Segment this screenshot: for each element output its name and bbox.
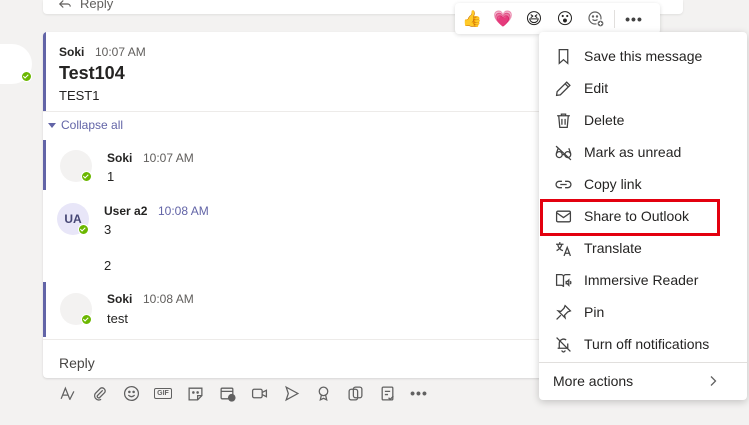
menu-item-translate[interactable]: Translate xyxy=(539,232,747,264)
stream-icon[interactable] xyxy=(280,382,302,404)
reactions-separator xyxy=(614,9,615,28)
previous-reply-button[interactable]: Reply xyxy=(58,0,113,11)
menu-item-label: Share to Outlook xyxy=(584,208,690,224)
praise-icon[interactable] xyxy=(312,382,334,404)
reply-body: 1 xyxy=(107,169,115,184)
gif-icon[interactable]: GIF xyxy=(152,382,174,404)
menu-item-save-message[interactable]: Save this message xyxy=(539,40,747,72)
reply-author: Soki xyxy=(107,292,133,306)
menu-item-label: Copy link xyxy=(584,176,642,192)
menu-item-pin[interactable]: Pin xyxy=(539,296,747,328)
reply-placeholder: Reply xyxy=(59,355,95,371)
menu-item-label: Turn off notifications xyxy=(584,336,710,352)
bookmark-icon xyxy=(558,48,569,65)
reply-arrow-icon xyxy=(58,0,71,8)
bell-off-icon xyxy=(556,336,571,352)
laugh-reaction-icon[interactable]: 😆 xyxy=(521,6,547,32)
collapse-all-button[interactable]: Collapse all xyxy=(48,118,123,132)
heart-reaction-icon[interactable]: 💗 xyxy=(490,6,516,32)
more-options-icon[interactable]: ••• xyxy=(621,6,647,32)
reactions-bar: 👍 💗 😆 😮 ••• xyxy=(455,3,660,34)
menu-item-label: Edit xyxy=(584,80,609,96)
surprised-reaction-icon[interactable]: 😮 xyxy=(552,6,578,32)
reply-body: 3 xyxy=(104,222,112,237)
reply-time: 10:07 AM xyxy=(143,151,194,165)
presence-available-icon xyxy=(81,171,92,182)
approvals-icon[interactable] xyxy=(376,382,398,404)
reply-avatar[interactable] xyxy=(60,293,92,325)
reply-body-line: 2 xyxy=(104,258,112,273)
menu-item-label: Immersive Reader xyxy=(584,272,699,288)
like-reaction-icon[interactable]: 👍 xyxy=(459,6,485,32)
author-avatar[interactable] xyxy=(0,44,32,84)
sticker-icon[interactable] xyxy=(184,382,206,404)
chevron-right-icon xyxy=(710,376,717,386)
menu-item-label: Mark as unread xyxy=(584,144,682,160)
menu-item-share-to-outlook[interactable]: Share to Outlook xyxy=(539,200,747,232)
immersive-reader-icon xyxy=(555,273,572,287)
reply-time: 10:08 AM xyxy=(158,204,209,218)
attach-icon[interactable] xyxy=(88,382,110,404)
pin-icon xyxy=(556,303,572,320)
reply-time: 10:08 AM xyxy=(143,292,194,306)
message-context-menu: Save this message Edit Delete Mark as un… xyxy=(539,32,747,400)
message-subject: Test104 xyxy=(59,63,125,83)
pencil-icon xyxy=(555,80,571,96)
reply-avatar[interactable] xyxy=(60,150,92,182)
menu-item-label: Save this message xyxy=(584,48,703,64)
video-icon[interactable] xyxy=(248,382,270,404)
menu-item-edit[interactable]: Edit xyxy=(539,72,747,104)
mail-icon xyxy=(555,210,572,222)
message-body: TEST1 xyxy=(59,88,100,103)
reply-author: User a2 xyxy=(104,204,148,218)
emoji-icon[interactable] xyxy=(120,382,142,404)
trash-icon xyxy=(557,112,570,128)
presence-available-icon xyxy=(78,224,89,235)
collapse-all-label: Collapse all xyxy=(61,118,124,132)
meet-now-icon[interactable] xyxy=(216,382,238,404)
reply-avatar[interactable]: UA xyxy=(57,203,89,235)
menu-item-label: Translate xyxy=(584,240,642,256)
emoji-add-icon[interactable] xyxy=(583,6,609,32)
menu-item-mark-unread[interactable]: Mark as unread xyxy=(539,136,747,168)
previous-reply-label: Reply xyxy=(80,0,114,11)
presence-available-icon xyxy=(81,314,92,325)
reply-author: Soki xyxy=(107,151,133,165)
reply-body: test xyxy=(107,311,128,326)
menu-item-turn-off-notifications[interactable]: Turn off notifications xyxy=(539,328,747,360)
menu-item-delete[interactable]: Delete xyxy=(539,104,747,136)
message-author: Soki xyxy=(59,45,85,59)
presence-available-icon xyxy=(21,71,32,82)
menu-item-label: Delete xyxy=(584,112,625,128)
more-icon[interactable]: ••• xyxy=(408,382,430,404)
menu-item-copy-link[interactable]: Copy link xyxy=(539,168,747,200)
message-time: 10:07 AM xyxy=(95,45,146,59)
menu-item-label: Pin xyxy=(584,304,605,320)
translate-icon xyxy=(556,241,572,256)
composer-toolbar: GIF ••• xyxy=(56,382,430,404)
menu-item-label: More actions xyxy=(553,373,634,389)
format-icon[interactable] xyxy=(56,382,78,404)
glasses-icon xyxy=(555,145,572,160)
menu-item-more-actions[interactable]: More actions xyxy=(539,362,747,400)
collapse-caret-icon xyxy=(48,122,56,128)
loop-icon[interactable] xyxy=(344,382,366,404)
avatar-initials: UA xyxy=(64,212,82,226)
link-icon xyxy=(555,180,572,188)
menu-item-immersive-reader[interactable]: Immersive Reader xyxy=(539,264,747,296)
